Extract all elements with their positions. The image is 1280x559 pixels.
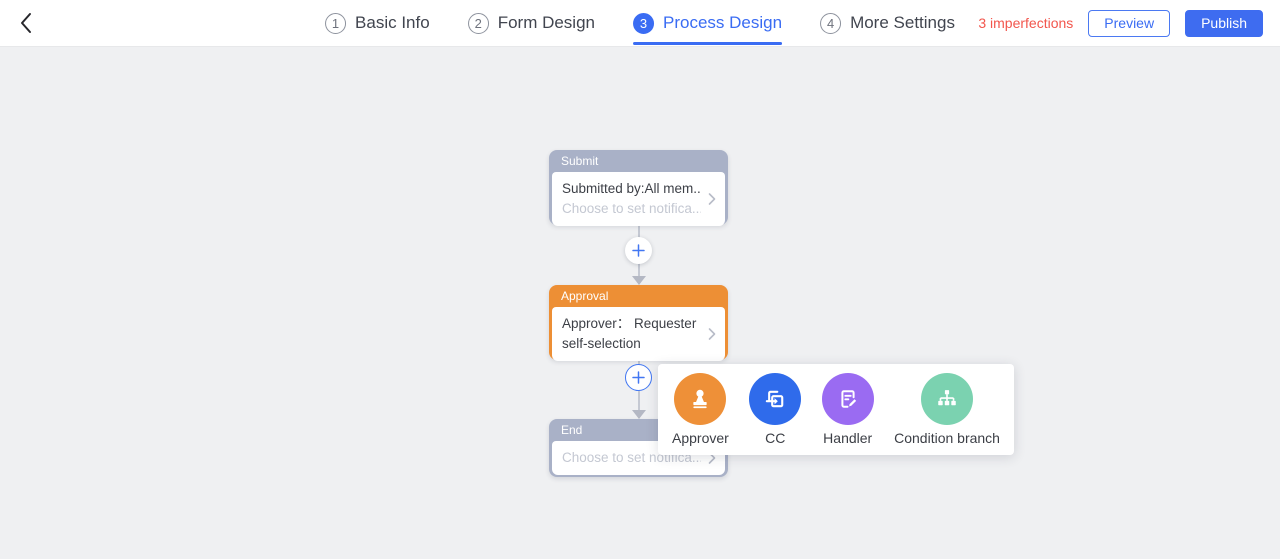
top-bar: 1 Basic Info 2 Form Design 3 Process Des…	[0, 0, 1280, 47]
chevron-right-icon	[708, 328, 716, 341]
popup-item-label: Approver	[672, 430, 729, 446]
sitemap-icon	[921, 373, 973, 425]
plus-icon	[632, 244, 645, 257]
approval-node-body: Approver： Requester self-selection	[552, 307, 725, 361]
process-canvas: Submit Submitted by:All mem... Choose to…	[0, 47, 1280, 559]
popup-item-label: Condition branch	[894, 430, 1000, 446]
step-number: 4	[820, 13, 841, 34]
chevron-right-icon	[708, 193, 716, 206]
step-label: Form Design	[498, 13, 595, 33]
popup-item-cc[interactable]: CC	[747, 373, 803, 446]
approval-node[interactable]: Approval Approver： Requester self-select…	[549, 285, 728, 360]
step-number: 1	[325, 13, 346, 34]
plus-icon	[632, 371, 645, 384]
connector-arrow-icon	[632, 276, 646, 285]
imperfections-warning[interactable]: 3 imperfections	[978, 15, 1073, 31]
forward-icon	[749, 373, 801, 425]
preview-button[interactable]: Preview	[1088, 10, 1170, 37]
approval-node-title: Approval	[549, 285, 728, 307]
chevron-left-icon	[18, 12, 34, 34]
step-label: Process Design	[663, 13, 782, 33]
add-node-popup: Approver CC Ha	[658, 364, 1014, 455]
popup-item-label: CC	[765, 430, 785, 446]
submit-node-line1: Submitted by:All mem...	[562, 179, 701, 199]
publish-button[interactable]: Publish	[1185, 10, 1263, 37]
step-more-settings[interactable]: 4 More Settings	[820, 0, 955, 46]
step-basic-info[interactable]: 1 Basic Info	[325, 0, 430, 46]
add-node-button-active[interactable]	[625, 364, 652, 391]
popup-item-approver[interactable]: Approver	[670, 373, 731, 446]
header-actions: 3 imperfections Preview Publish	[978, 0, 1263, 46]
back-button[interactable]	[12, 0, 40, 46]
step-number: 2	[468, 13, 489, 34]
popup-item-label: Handler	[823, 430, 872, 446]
step-number: 3	[633, 13, 654, 34]
step-label: Basic Info	[355, 13, 430, 33]
step-form-design[interactable]: 2 Form Design	[468, 0, 595, 46]
step-process-design[interactable]: 3 Process Design	[633, 0, 782, 46]
submit-node[interactable]: Submit Submitted by:All mem... Choose to…	[549, 150, 728, 225]
popup-item-condition-branch[interactable]: Condition branch	[892, 373, 1002, 446]
submit-node-body: Submitted by:All mem... Choose to set no…	[552, 172, 725, 226]
add-node-button[interactable]	[625, 237, 652, 264]
step-label: More Settings	[850, 13, 955, 33]
wizard-steps: 1 Basic Info 2 Form Design 3 Process Des…	[325, 0, 955, 46]
connector-arrow-icon	[632, 410, 646, 419]
stamp-icon	[674, 373, 726, 425]
approval-node-line2: self-selection	[562, 334, 701, 354]
submit-node-line2: Choose to set notifica...	[562, 199, 701, 219]
document-edit-icon	[822, 373, 874, 425]
submit-node-title: Submit	[549, 150, 728, 172]
approval-node-line1: Approver： Requester	[562, 314, 701, 334]
popup-item-handler[interactable]: Handler	[820, 373, 876, 446]
